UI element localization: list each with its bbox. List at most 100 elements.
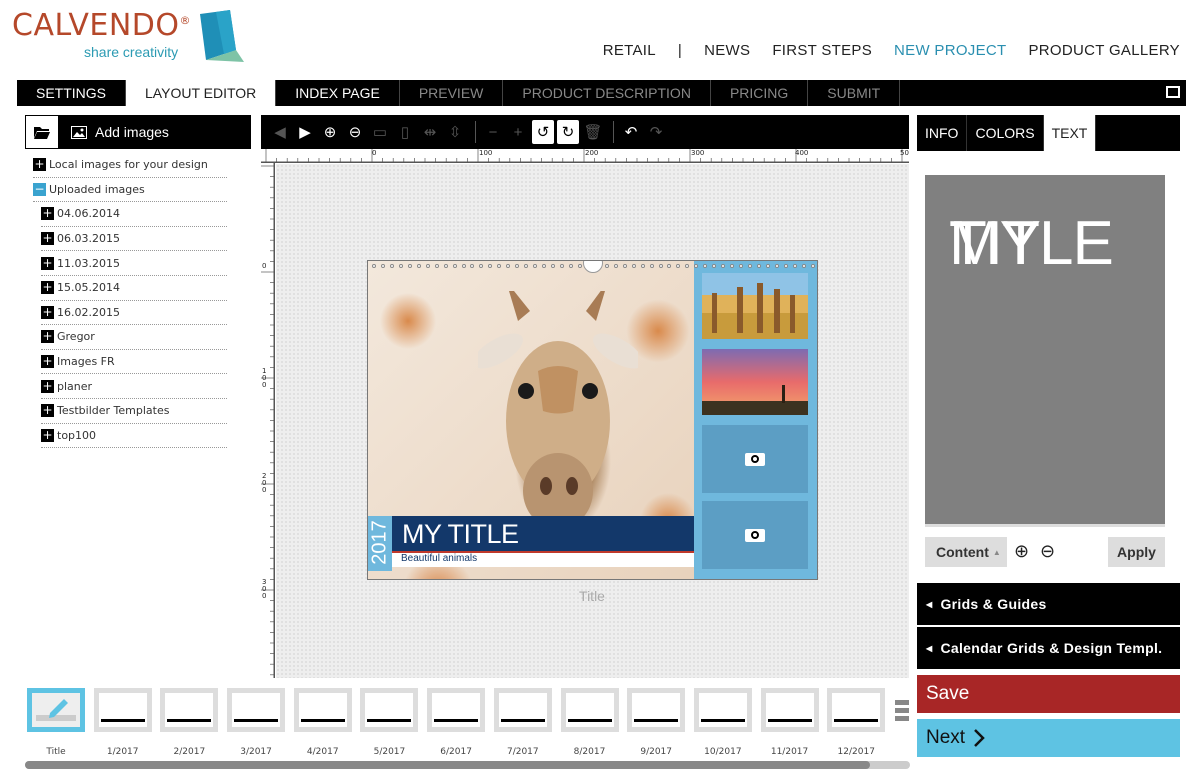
ruler-label: 300 [691,149,705,157]
tab-product-description[interactable]: PRODUCT DESCRIPTION [503,80,711,106]
logo-tagline: share creativity [84,44,179,60]
main-photo-giraffe[interactable]: 2017 MY TITLE Beautiful animals [368,261,694,579]
expand-icon: + [41,329,54,344]
nav-retail[interactable]: RETAIL [603,42,656,59]
tab-text[interactable]: TEXT [1043,115,1097,151]
tree-local-images[interactable]: + Local images for your design [33,153,227,178]
tree-folder[interactable]: + Gregor [41,325,227,350]
expand-icon: + [41,427,54,442]
rotate-left-icon[interactable]: ↺ [532,120,554,144]
flip-horizontal-icon[interactable]: ⇹ [419,120,441,144]
tab-pricing[interactable]: PRICING [711,80,809,106]
tab-settings[interactable]: SETTINGS [17,80,127,106]
thumbnail-month[interactable]: 1/2017 [92,686,159,760]
expand-icon: + [41,403,54,418]
page-thumbnail-strip: Title 1/2017 2/2017 3/2017 4/2017 5/2017… [25,686,910,760]
zoom-out-icon[interactable]: ⊖ [344,120,366,144]
save-button[interactable]: Save [917,675,1180,713]
calendar-subtitle[interactable]: Beautiful animals [401,553,477,564]
ruler-label: 200 [585,149,599,157]
camera-icon [745,452,765,466]
increase-icon[interactable]: + [507,120,529,144]
side-photo-sunset[interactable] [702,349,808,415]
decrease-icon[interactable]: − [482,120,504,144]
image-panel-header: Add images [25,115,251,149]
calvendo-logo[interactable]: CALVENDO® share creativity [12,8,252,68]
thumbnail-month[interactable]: 11/2017 [759,686,826,760]
camera-icon [745,528,765,542]
image-panel: Add images + Local images for your design… [25,115,251,455]
tree-folder[interactable]: + top100 [41,424,227,449]
tree-uploaded-images[interactable]: − Uploaded images [33,178,227,203]
image-placeholder[interactable] [702,501,808,569]
nav-new-project[interactable]: NEW PROJECT [894,42,1006,59]
thumbnail-image [693,688,752,732]
thumbnail-month[interactable]: 6/2017 [425,686,492,760]
next-button[interactable]: Next [917,719,1180,757]
tab-preview[interactable]: PREVIEW [400,80,504,106]
thumbnail-month[interactable]: 10/2017 [692,686,759,760]
calendar-title-page[interactable]: 2017 MY TITLE Beautiful animals [367,260,818,580]
next-page-icon[interactable]: ▶ [294,120,316,144]
ruler-label: 200 [262,472,267,494]
thumbnail-image [560,688,619,732]
thumbnail-month[interactable]: 5/2017 [358,686,425,760]
scrollbar-thumb[interactable] [25,761,870,769]
thumbnail-month[interactable]: 8/2017 [559,686,626,760]
rotate-right-icon[interactable]: ↻ [557,120,579,144]
folder-icon[interactable] [25,115,59,149]
thumbnail-month[interactable]: 4/2017 [292,686,359,760]
grids-guides-accordion[interactable]: ◀ Grids & Guides [917,583,1180,625]
tree-folder[interactable]: + Images FR [41,350,227,375]
content-dropdown[interactable]: Content ▲ [925,537,1007,567]
maximize-icon[interactable] [1166,86,1180,98]
add-images-button[interactable]: Add images [71,124,169,140]
tree-folder[interactable]: + planer [41,374,227,399]
nav-first-steps[interactable]: FIRST STEPS [772,42,872,59]
calendar-title-band[interactable]: MY TITLE [392,516,694,553]
thumbnail-month[interactable]: 3/2017 [225,686,292,760]
tab-submit[interactable]: SUBMIT [808,80,901,106]
thumbnail-month[interactable]: 2/2017 [158,686,225,760]
prev-page-icon[interactable]: ◀ [269,120,291,144]
nav-news[interactable]: NEWS [704,42,750,59]
tree-folder[interactable]: +06.03.2015 [41,227,227,252]
tree-folder[interactable]: +04.06.2014 [41,202,227,227]
thumbnail-month[interactable]: 9/2017 [625,686,692,760]
thumbnail-scrollbar[interactable] [25,761,910,769]
thumbnail-image [93,688,152,732]
thumbnail-image [760,688,819,732]
tree-folder[interactable]: +15.05.2014 [41,276,227,301]
fit-height-icon[interactable]: ▯ [394,120,416,144]
zoom-in-icon[interactable]: ⊕ [319,120,341,144]
calendar-title[interactable]: MY TITLE [402,519,519,550]
image-placeholder[interactable] [702,425,808,493]
zoom-in-icon[interactable]: ⊕ [1014,541,1029,562]
tree-folder[interactable]: +11.03.2015 [41,251,227,276]
text-preview[interactable]: MY TITLE [925,175,1165,527]
redo-icon[interactable]: ↷ [645,120,667,144]
more-pages-icon[interactable] [895,700,909,726]
tab-info[interactable]: INFO [917,115,968,151]
zoom-out-icon[interactable]: ⊖ [1040,541,1055,562]
nav-separator: | [677,42,683,59]
thumbnail-month[interactable]: 7/2017 [492,686,559,760]
tab-index-page[interactable]: INDEX PAGE [276,80,400,106]
editor-toolbar: ◀ ▶ ⊕ ⊖ ▭ ▯ ⇹ ⇳ − + ↺ ↻ 🗑 ↶ ↷ [261,115,909,149]
tree-folder[interactable]: + Testbilder Templates [41,399,227,424]
thumbnail-title[interactable]: Title [25,686,92,760]
flip-vertical-icon[interactable]: ⇳ [444,120,466,144]
tab-layout-editor[interactable]: LAYOUT EDITOR [126,80,277,106]
thumbnail-month[interactable]: 12/2017 [825,686,892,760]
apply-button[interactable]: Apply [1108,537,1165,567]
tab-colors[interactable]: COLORS [967,115,1044,151]
calendar-subtitle-band[interactable]: Beautiful animals [392,553,694,567]
fit-width-icon[interactable]: ▭ [369,120,391,144]
side-photo-giraffes[interactable] [702,273,808,339]
calendar-grids-accordion[interactable]: ◀ Calendar Grids & Design Templ. [917,627,1180,669]
calendar-year[interactable]: 2017 [369,515,392,571]
undo-icon[interactable]: ↶ [620,120,642,144]
trash-icon[interactable]: 🗑 [582,120,604,144]
nav-product-gallery[interactable]: PRODUCT GALLERY [1029,42,1181,59]
tree-folder[interactable]: +16.02.2015 [41,301,227,326]
